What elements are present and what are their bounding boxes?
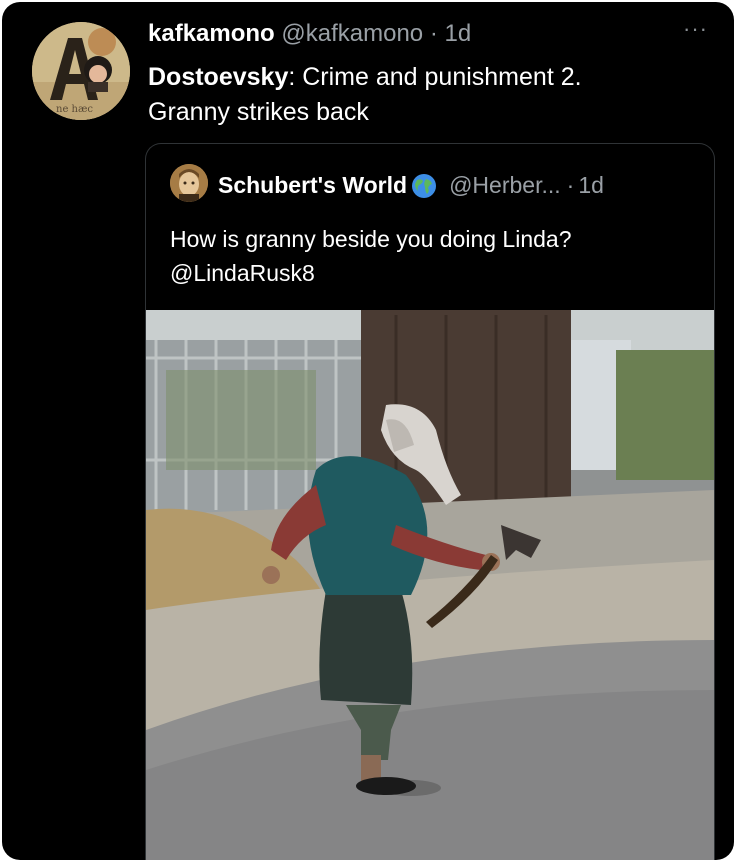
tweet-text-bold: Dostoevsky [148, 63, 289, 91]
quoted-timestamp[interactable]: 1d [578, 172, 604, 199]
display-name[interactable]: kafkamono [148, 20, 275, 47]
svg-text:ne hæc: ne hæc [56, 104, 93, 115]
tweet-text: Dostoevsky: Crime and punishment 2. Gran… [148, 60, 582, 130]
tweet-photo[interactable] [146, 310, 714, 860]
tweet-card: ne hæc kafkamono @kafkamono · 1d ··· Dos… [2, 2, 734, 860]
quoted-header: Schubert's World @Herber... · 1d [218, 172, 604, 199]
quoted-display-name[interactable]: Schubert's World [218, 172, 407, 199]
quoted-tweet[interactable]: Schubert's World @Herber... · 1d How is … [145, 143, 715, 860]
quoted-text: How is granny beside you doing Linda? @L… [170, 222, 572, 290]
globe-emoji-icon [412, 173, 437, 198]
quoted-separator: · [566, 172, 575, 198]
more-options-icon[interactable]: ··· [683, 16, 708, 42]
quoted-handle[interactable]: @Herber... [449, 172, 561, 199]
handle[interactable]: @kafkamono [281, 20, 423, 47]
tweet-text-rest: : Crime and punishment 2. [288, 63, 582, 91]
quoted-avatar[interactable] [170, 164, 208, 202]
tweet-header: kafkamono @kafkamono · 1d [148, 20, 471, 48]
profile-avatar[interactable]: ne hæc [32, 22, 130, 120]
separator: · [429, 20, 438, 47]
quoted-text-line1: How is granny beside you doing Linda? [170, 226, 572, 252]
timestamp[interactable]: 1d [444, 20, 471, 47]
tweet-text-line2: Granny strikes back [148, 98, 369, 126]
quoted-mention[interactable]: @LindaRusk8 [170, 256, 572, 290]
